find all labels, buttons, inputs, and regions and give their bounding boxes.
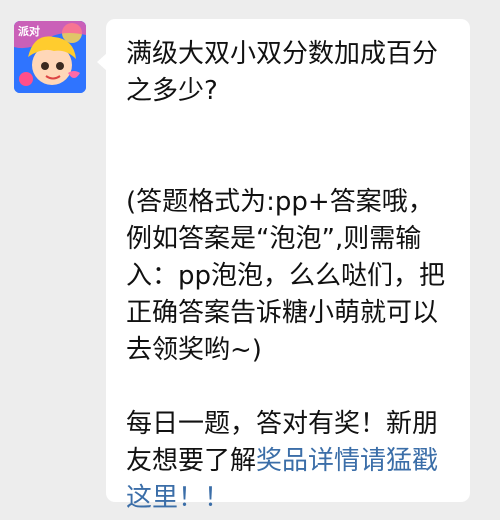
avatar[interactable]: 派对 (14, 21, 86, 93)
question-text: 满级大双小双分数加成百分之多少? (126, 39, 439, 106)
avatar-badge: 派对 (18, 24, 40, 38)
bubble-tail (97, 53, 107, 71)
message-body: 满级大双小双分数加成百分之多少? (答题格式为:pp+答案哦，例如答案是“泡泡”… (126, 36, 456, 517)
format-hint-text: (答题格式为:pp+答案哦，例如答案是“泡泡”,则需输入：pp泡泡，么么哒们，把… (126, 187, 446, 365)
chat-bubble: 满级大双小双分数加成百分之多少? (答题格式为:pp+答案哦，例如答案是“泡泡”… (97, 19, 470, 513)
reward-paragraph: 每日一题，答对有奖！新朋友想要了解奖品详情请猛戳这里！！ (126, 406, 456, 517)
game-character-avatar-icon: 派对 (14, 21, 86, 93)
